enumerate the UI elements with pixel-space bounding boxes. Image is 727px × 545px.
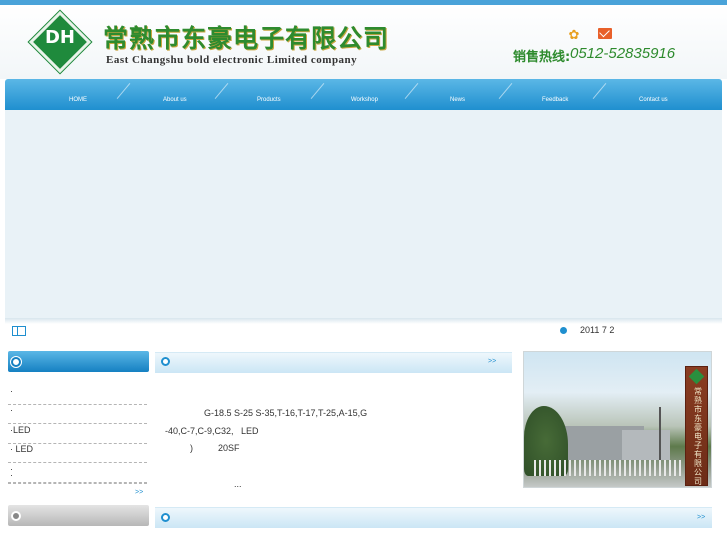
- mail-icon[interactable]: [598, 28, 612, 39]
- nav-divider: [116, 83, 131, 99]
- sign-logo-icon: [688, 368, 705, 385]
- main-nav: HOME About us Products Workshop News Fee…: [5, 79, 722, 110]
- nav-divider: [214, 83, 229, 99]
- nav-contact-us[interactable]: Contact us: [639, 97, 668, 103]
- lamp-post: [659, 407, 661, 462]
- panel-bullet-icon: [161, 357, 170, 366]
- company-name-en: East Changshu bold electronic Limited co…: [106, 54, 358, 66]
- nav-workshop[interactable]: Workshop: [351, 97, 378, 103]
- banner-shadow: [5, 318, 722, 324]
- panel-more-link[interactable]: >>: [697, 514, 705, 521]
- sidebar-header-bullet-icon: [11, 357, 21, 367]
- ticker-bullet-icon: [560, 327, 567, 334]
- site-header: DH 常熟市东豪电子有限公司 East Changshu bold electr…: [0, 5, 727, 79]
- logo-text[interactable]: DH: [38, 27, 82, 48]
- ticker-date[interactable]: 2011 7 2: [580, 325, 614, 335]
- nav-divider: [404, 83, 419, 99]
- sidebar-header: [8, 351, 149, 372]
- fence-shape: [534, 460, 684, 476]
- sidebar-item[interactable]: · LED: [8, 444, 147, 463]
- sidebar-header-bullet-icon: [11, 511, 21, 521]
- sidebar-more-link[interactable]: >>: [135, 489, 143, 496]
- sidebar-item[interactable]: ·: [8, 386, 147, 405]
- hotline-label: 销售热线:: [513, 50, 571, 65]
- company-name-cn: 常熟市东豪电子有限公司: [103, 24, 390, 53]
- nav-about-us[interactable]: About us: [163, 97, 187, 103]
- sidebar-header-secondary: [8, 505, 149, 526]
- panel-bullet-icon: [161, 513, 170, 522]
- company-building-photo: 常熟市东豪电子有限公司: [523, 351, 712, 488]
- intro-line: -40,C-7,C-9,C32, LED: [165, 426, 259, 436]
- main-panel-header-secondary: [155, 507, 712, 528]
- home-icon[interactable]: ✿: [566, 27, 582, 42]
- sign-text: 常熟市东豪电子有限公司: [694, 387, 702, 486]
- panel-more-link[interactable]: >>: [488, 358, 496, 365]
- sidebar-item[interactable]: ·LED: [8, 425, 147, 444]
- nav-home[interactable]: HOME: [69, 97, 87, 103]
- intro-line: ) 20SF: [190, 443, 240, 453]
- nav-divider: [310, 83, 325, 99]
- hotline-number: 0512-52835916: [570, 45, 676, 62]
- nav-feedback[interactable]: Feedback: [542, 97, 568, 103]
- intro-ellipsis[interactable]: ...: [234, 479, 242, 489]
- news-ticker-icon: [12, 326, 26, 336]
- building-shape: [622, 430, 670, 460]
- main-panel-header: [155, 352, 512, 373]
- nav-news[interactable]: News: [450, 97, 465, 103]
- nav-divider: [498, 83, 513, 99]
- sidebar-item[interactable]: ·: [8, 470, 147, 484]
- nav-products[interactable]: Products: [257, 97, 281, 103]
- nav-divider: [592, 83, 607, 99]
- hero-banner: [5, 110, 722, 322]
- intro-line: G-18.5 S-25 S-35,T-16,T-17,T-25,A-15,G: [204, 408, 368, 418]
- sidebar-item[interactable]: ·: [8, 405, 147, 424]
- company-sign: 常熟市东豪电子有限公司: [685, 366, 708, 486]
